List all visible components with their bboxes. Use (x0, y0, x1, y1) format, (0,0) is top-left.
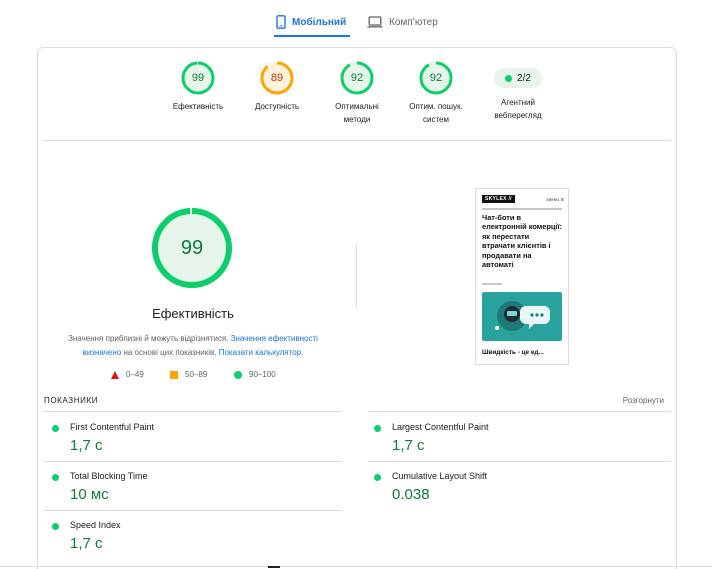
metric-divider (44, 411, 342, 412)
desc-text: на основі цих показників. (123, 348, 217, 357)
pass-dot-icon (505, 74, 513, 82)
metric-value: 1,7 с (70, 437, 103, 454)
gauge-best-practices[interactable]: 92 Оптимальні методи (312, 60, 402, 126)
gauge-label: Оптимальні методи (312, 100, 402, 126)
tab-desktop-label: Комп’ютер (389, 16, 438, 28)
metric-name: Cumulative Layout Shift (392, 471, 488, 481)
gauge-label-line2: вебперегляд (494, 111, 542, 120)
metric-value: 1,7 с (70, 535, 103, 552)
desc-text: Значення приблизні й можуть відрізнятися… (68, 334, 229, 343)
thumb-menu-label: МЕНЮ (546, 196, 560, 202)
performance-score: 99 (180, 237, 204, 259)
circle-icon (234, 370, 242, 379)
gauge-score: 92 (429, 72, 443, 84)
gauge-accessibility[interactable]: 89 Доступність (232, 60, 322, 113)
performance-description: Значення приблизні й можуть відрізнятися… (62, 332, 324, 360)
scroll-indicator (268, 566, 280, 568)
metric-divider (44, 461, 342, 462)
calculator-link[interactable]: Показати калькулятор. (219, 348, 304, 357)
metric-divider (44, 510, 342, 511)
legend-average: 50–89 (170, 370, 207, 379)
section-divider (44, 140, 671, 141)
pass-dot-icon (52, 474, 59, 481)
thumb-heading: Чат-боти в електронній комерції: як пере… (482, 213, 562, 270)
pass-dot-icon (52, 523, 59, 530)
thumb-logo: SKYLEX // (482, 195, 515, 203)
metric-divider (368, 411, 671, 412)
metrics-header: ПОКАЗНИКИ (44, 396, 99, 405)
legend-label: 50–89 (185, 370, 208, 379)
gauge-score: 92 (350, 72, 364, 84)
legend-pass: 90–100 (234, 370, 276, 379)
thumb-header: SKYLEX // МЕНЮ ☰ (482, 195, 564, 203)
gauge-agentic-browsing[interactable]: 2/2 Агентний вебперегляд (473, 60, 563, 122)
laptop-icon (367, 16, 383, 28)
gauge-score: 99 (191, 72, 205, 84)
gauge-label-line1: Агентний (501, 98, 535, 107)
metric-value: 10 мс (70, 486, 109, 503)
chatbot-illustration-icon (495, 301, 550, 331)
gauge-label: Ефективність (172, 102, 224, 111)
thumb-footer-text: Швидкість - це ед... (482, 349, 544, 356)
category-gauges: 99 Ефективність 89 Доступність 92 Оптима… (38, 60, 678, 140)
bottom-border (0, 566, 712, 567)
report-card: 99 Ефективність 89 Доступність 92 Оптима… (37, 47, 677, 569)
metric-name: Speed Index (70, 520, 121, 530)
thumb-illustration (482, 292, 562, 341)
gauge-label-line1: Оптим. пошук. (409, 102, 463, 111)
metric-name: Total Blocking Time (70, 471, 148, 481)
gauge-seo[interactable]: 92 Оптим. пошук. систем (391, 60, 481, 126)
metric-value: 1,7 с (392, 437, 425, 454)
gauge-score: 89 (270, 72, 284, 84)
metric-value: 0.038 (392, 486, 430, 503)
pass-dot-icon (52, 425, 59, 432)
triangle-icon (111, 370, 119, 379)
pass-dot-icon (374, 425, 381, 432)
smartphone-icon (276, 15, 286, 29)
gauge-label-line2: систем (423, 115, 449, 124)
gauge-performance[interactable]: 99 Ефективність (153, 60, 243, 113)
pass-dot-icon (374, 474, 381, 481)
square-icon (170, 370, 178, 379)
page-screenshot[interactable]: SKYLEX // МЕНЮ ☰ Чат-боти в електронній … (475, 188, 569, 365)
tab-mobile-label: Мобільний (292, 16, 347, 28)
legend-fail: 0–49 (111, 370, 144, 379)
vertical-divider (356, 244, 357, 308)
legend-label: 90–100 (249, 370, 276, 379)
metric-name: Largest Contentful Paint (392, 422, 489, 432)
performance-title: Ефективність (152, 306, 234, 321)
thumb-menu: МЕНЮ ☰ (546, 196, 564, 202)
gauge-label: Агентний вебперегляд (473, 96, 563, 122)
expand-toggle[interactable]: Розгорнути (623, 396, 664, 405)
gauge-label-line1: Оптимальні (335, 102, 379, 111)
metric-divider (368, 461, 671, 462)
legend-label: 0–49 (126, 370, 144, 379)
metric-name: First Contentful Paint (70, 422, 155, 432)
device-tabs: Мобільний Комп’ютер (0, 0, 712, 38)
gauge-label: Доступність (254, 102, 300, 111)
tab-mobile[interactable]: Мобільний (273, 8, 351, 37)
agent-value: 2/2 (517, 72, 531, 84)
thumb-breadcrumb (482, 208, 562, 210)
agent-badge: 2/2 (494, 68, 542, 88)
gauge-label-line2: методи (343, 115, 371, 124)
gauge-label: Оптим. пошук. систем (391, 100, 481, 126)
tab-desktop[interactable]: Комп’ютер (367, 8, 438, 36)
thumb-date (482, 283, 502, 285)
